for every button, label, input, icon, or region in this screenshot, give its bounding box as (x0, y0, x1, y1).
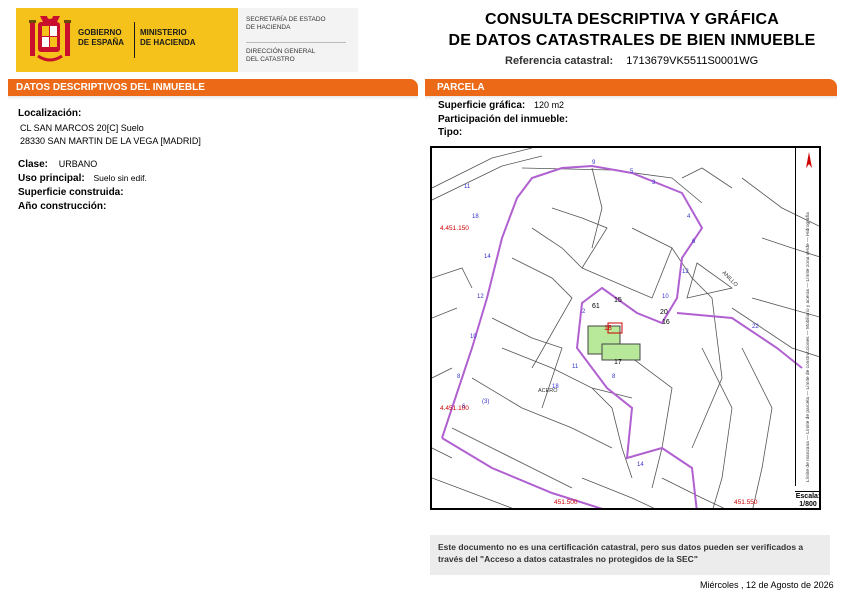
ministry-text: MINISTERIO DE HACIENDA (140, 28, 196, 48)
svg-text:9: 9 (592, 160, 596, 166)
svg-text:12: 12 (477, 294, 484, 300)
parcela-heading: PARCELA (425, 79, 837, 96)
map-legend: Límite de manzana — Límite de parcela — … (795, 146, 821, 486)
gov-text: GOBIERNO DE ESPAÑA (78, 28, 124, 48)
svg-text:6: 6 (692, 239, 696, 245)
svg-text:22: 22 (752, 324, 759, 330)
map-drawing: 111814 12108 6(3)18 11814 4612 10222 539… (432, 148, 819, 508)
datos-heading-text: DATOS DESCRIPTIVOS DEL INMUEBLE (16, 82, 205, 93)
svg-text:11: 11 (464, 184, 471, 190)
svg-text:2: 2 (582, 309, 586, 315)
secretaria-line1: SECRETARÍA DE ESTADO (246, 16, 326, 23)
parcel-number-61: 61 (592, 303, 600, 310)
tipo-label: Tipo: (438, 127, 463, 138)
address-line2: 28330 SAN MARTIN DE LA VEGA [MADRID] (20, 136, 201, 146)
page-title: CONSULTA DESCRIPTIVA Y GRÁFICA DE DATOS … (420, 9, 844, 51)
uso-value: Suelo sin edif. (93, 173, 147, 183)
parcela-heading-text: PARCELA (437, 82, 485, 93)
svg-text:11: 11 (572, 364, 579, 370)
legend-text: Límite de manzana — Límite de parcela — … (805, 212, 811, 482)
ministry-line1: MINISTERIO (140, 28, 187, 37)
parcel-number-20: 20 (660, 309, 668, 316)
note-line1: Este documento no es una certificación c… (438, 542, 804, 552)
verification-note: Este documento no es una certificación c… (430, 535, 830, 575)
gobierno-logo: GOBIERNO DE ESPAÑA MINISTERIO DE HACIEND… (16, 8, 238, 72)
datos-descriptivos-heading: DATOS DESCRIPTIVOS DEL INMUEBLE (8, 79, 418, 96)
superficie-grafica-label: Superficie gráfica: (438, 100, 526, 111)
parcel-number-18: 18 (604, 325, 612, 332)
direccion-text: DIRECCIÓN GENERAL DEL CATASTRO (246, 48, 315, 64)
street-label-anillo: ANILLO (721, 270, 740, 289)
ref-label: Referencia catastral: (505, 55, 614, 67)
secretaria-divider (246, 42, 346, 43)
note-line2: través del "Acceso a datos catastrales n… (438, 554, 698, 564)
anio-construccion-label: Año construcción: (18, 201, 107, 212)
svg-text:10: 10 (470, 334, 477, 340)
left-panel-shadow (8, 96, 418, 100)
svg-text:14: 14 (484, 254, 491, 260)
coat-of-arms-icon (29, 13, 71, 62)
scale-label: Escala: (795, 493, 821, 500)
clase-value: URBANO (58, 159, 98, 169)
superficie-grafica-field: Superficie gráfica: 120 m2 (438, 99, 564, 112)
scale-value: 1/800 (799, 501, 817, 508)
cadastral-map[interactable]: 11 18 14 12 10 8 6 (3) 18 11 8 14 4 6 12 10 22 2 539… (430, 146, 821, 510)
svg-text:14: 14 (637, 462, 644, 468)
clase-label: Clase: (18, 159, 49, 170)
street-label-acero: ACERO (538, 388, 558, 394)
title-line1: CONSULTA DESCRIPTIVA Y GRÁFICA (484, 11, 779, 28)
participacion-label: Participación del inmueble: (438, 114, 569, 125)
superficie-construida-label: Superficie construida: (18, 187, 124, 198)
clase-field: Clase: URBANO (18, 158, 97, 171)
north-arrow-icon (806, 152, 812, 168)
secretaria-line2: DE HACIENDA (246, 24, 291, 31)
referencia-catastral: Referencia catastral: 1713679VK5511S0001… (505, 55, 758, 67)
uso-field: Uso principal: Suelo sin edif. (18, 172, 147, 185)
superficie-grafica-value: 120 m2 (534, 100, 565, 110)
legend-drawing: Límite de manzana — Límite de parcela — … (805, 152, 812, 482)
footer-date: Miércoles , 12 de Agosto de 2026 (700, 580, 834, 590)
svg-text:10: 10 (662, 294, 669, 300)
coord-left-top: 4.451.150 (440, 225, 469, 232)
svg-text:8: 8 (457, 374, 461, 380)
logo-divider (134, 22, 135, 58)
svg-text:12: 12 (682, 269, 689, 275)
coord-bottom-2: 451.550 (734, 499, 758, 506)
secretaria-box: SECRETARÍA DE ESTADO DE HACIENDA DIRECCI… (238, 8, 358, 72)
ministry-line2: DE HACIENDA (140, 38, 196, 47)
ref-value: 1713679VK5511S0001WG (626, 55, 759, 67)
address-line1: CL SAN MARCOS 20[C] Suelo (20, 123, 144, 133)
parcel-number-16: 16 (662, 319, 670, 326)
title-line2: DE DATOS CATASTRALES DE BIEN INMUEBLE (448, 32, 816, 49)
direccion-line1: DIRECCIÓN GENERAL (246, 48, 316, 55)
svg-text:18: 18 (472, 214, 479, 220)
parcel-number-17: 17 (614, 359, 622, 366)
localizacion-label: Localización: (18, 108, 82, 119)
direccion-line2: DEL CATASTRO (246, 56, 295, 63)
parcel-number-15: 15 (614, 297, 622, 304)
svg-text:4: 4 (687, 214, 691, 220)
gov-line1: GOBIERNO (78, 28, 122, 37)
uso-label: Uso principal: (18, 173, 85, 184)
secretaria-text: SECRETARÍA DE ESTADO DE HACIENDA (246, 16, 326, 32)
svg-text:8: 8 (612, 374, 616, 380)
coord-bottom-1: 451.500 (554, 499, 578, 506)
map-scale: Escala: 1/800 (795, 491, 821, 509)
gov-line2: DE ESPAÑA (78, 38, 125, 47)
coord-left-mid: 4.451.100 (440, 405, 469, 412)
svg-text:(3): (3) (482, 399, 489, 405)
